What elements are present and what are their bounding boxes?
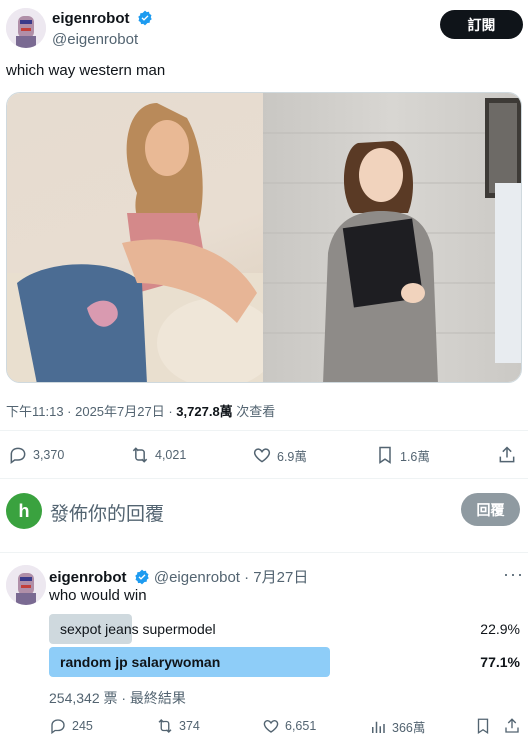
heart-icon <box>253 448 271 463</box>
author-name-row: eigenrobot <box>52 10 153 31</box>
repost-action[interactable]: 374 <box>156 717 200 735</box>
poll-option-percent: 22.9% <box>480 621 520 637</box>
view-count: 366萬 <box>392 721 426 735</box>
views-action[interactable]: 366萬 <box>369 717 425 736</box>
tweet-timestamp[interactable]: 下午11:13 · 2025年7月27日 · <box>6 404 176 419</box>
tweet-date[interactable]: · 7月27日 <box>244 569 308 586</box>
repost-icon <box>158 719 172 733</box>
poll-option: sexpot jeans supermodel 22.9% <box>49 614 522 644</box>
repost-count: 4,021 <box>155 448 187 462</box>
like-count: 6,651 <box>285 719 317 733</box>
reply-action[interactable]: 3,370 <box>8 445 64 465</box>
poll-footer: 254,342 票 · 最終結果 <box>49 690 186 706</box>
tweet-text: which way western man <box>6 62 166 79</box>
poll-option: random jp salarywoman 77.1% <box>49 647 522 677</box>
view-label: 次查看 <box>232 404 276 419</box>
divider <box>0 430 528 431</box>
reply-icon <box>10 447 26 464</box>
reply-action[interactable]: 245 <box>49 717 93 735</box>
media-image-right[interactable] <box>263 93 521 382</box>
reply-count: 245 <box>72 719 93 733</box>
poll-option-label: sexpot jeans supermodel <box>60 621 216 637</box>
more-options-icon[interactable]: ··· <box>503 564 524 585</box>
bookmark-icon <box>477 718 489 735</box>
bookmark-action[interactable]: 1.6萬 <box>375 445 430 465</box>
reply-icon <box>51 719 65 735</box>
author-avatar[interactable] <box>6 565 46 605</box>
reply-button[interactable]: 回覆 <box>461 493 520 526</box>
author-name[interactable]: eigenrobot <box>49 569 127 586</box>
quoted-author-row: eigenrobot @eigenrobot · 7月27日 <box>49 566 308 589</box>
verified-badge-icon <box>134 569 150 589</box>
share-action[interactable] <box>497 445 522 465</box>
reply-count: 3,370 <box>33 448 65 462</box>
author-name[interactable]: eigenrobot <box>52 10 130 27</box>
author-avatar[interactable] <box>6 8 46 48</box>
poll-option-percent: 77.1% <box>480 654 520 670</box>
bookmark-count: 1.6萬 <box>400 449 430 464</box>
reply-input[interactable]: 發佈你的回覆 <box>50 499 430 526</box>
divider <box>0 478 528 479</box>
like-count: 6.9萬 <box>277 449 307 464</box>
bookmark-action[interactable] <box>474 717 497 735</box>
tweet-media <box>6 92 522 383</box>
media-image-left[interactable] <box>7 93 277 382</box>
verified-badge-icon <box>137 10 153 31</box>
view-count: 3,727.8萬 <box>176 404 233 419</box>
repost-icon <box>132 447 148 463</box>
user-avatar[interactable]: h <box>6 493 42 529</box>
author-handle[interactable]: @eigenrobot <box>52 31 138 48</box>
repost-action[interactable]: 4,021 <box>130 445 186 465</box>
poll-option-label: random jp salarywoman <box>60 654 221 670</box>
like-action[interactable]: 6,651 <box>262 717 316 735</box>
bookmark-icon <box>379 446 391 464</box>
divider <box>0 552 528 553</box>
share-icon <box>499 446 515 463</box>
tweet-text: who would win <box>49 587 147 604</box>
author-handle[interactable]: @eigenrobot <box>154 569 240 586</box>
heart-icon <box>263 720 279 733</box>
subscribe-button[interactable]: 訂閱 <box>440 10 523 39</box>
tweet-meta: 下午11:13 · 2025年7月27日 · 3,727.8萬 次查看 <box>6 401 275 420</box>
like-action[interactable]: 6.9萬 <box>252 445 307 465</box>
analytics-icon <box>372 721 385 733</box>
repost-count: 374 <box>179 719 200 733</box>
share-icon <box>505 718 519 733</box>
share-action[interactable] <box>503 717 526 735</box>
